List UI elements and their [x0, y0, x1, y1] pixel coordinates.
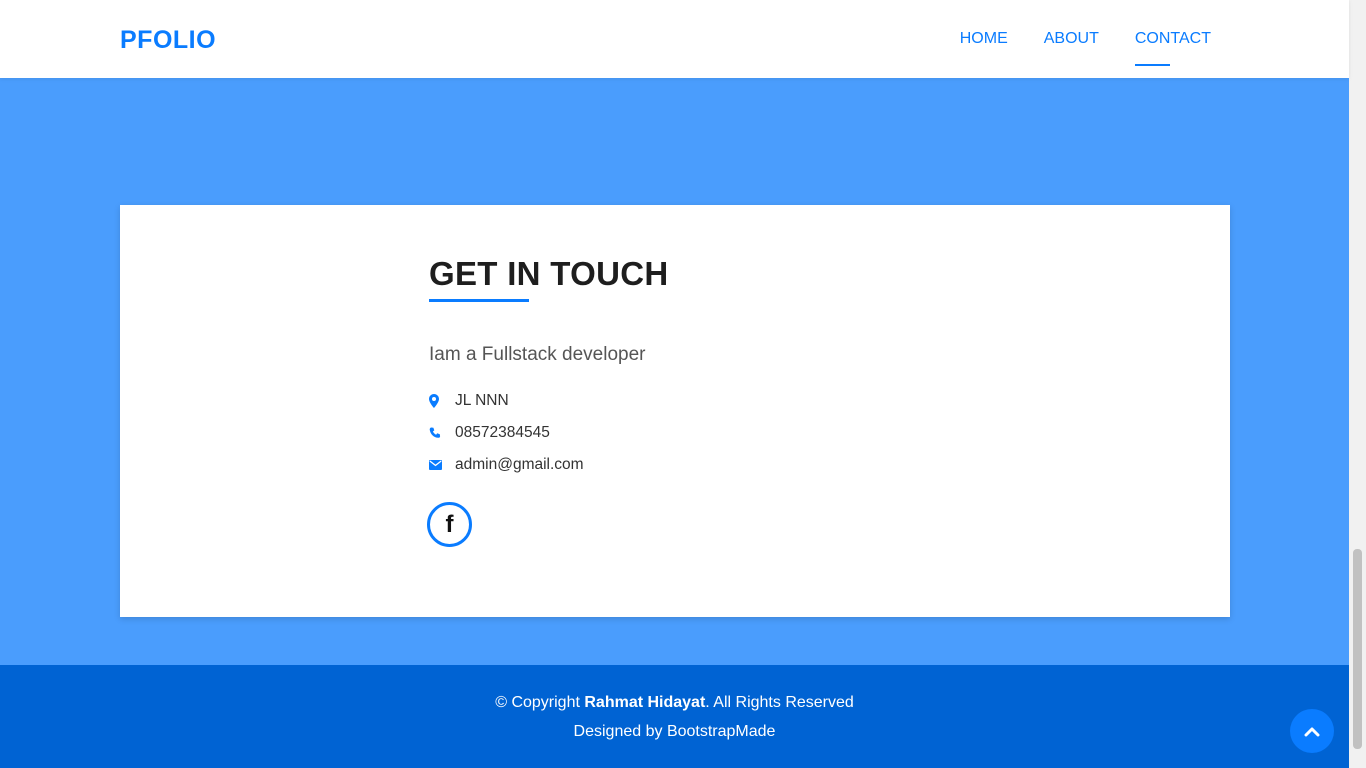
copyright-text: © Copyright Rahmat Hidayat. All Rights R…: [0, 694, 1349, 712]
address-text: JL NNN: [455, 392, 509, 409]
facebook-icon: f: [445, 510, 454, 538]
copyright-owner: Rahmat Hidayat: [584, 694, 706, 711]
chevron-up-icon: [1304, 727, 1320, 737]
email-row: admin@gmail.com: [429, 456, 584, 474]
nav-link-contact[interactable]: CONTACT: [1134, 30, 1211, 66]
map-pin-icon: [429, 394, 449, 408]
address-row: JL NNN: [429, 392, 509, 410]
back-to-top-button[interactable]: [1290, 709, 1334, 753]
email-text[interactable]: admin@gmail.com: [455, 456, 584, 474]
nav-link-home[interactable]: HOME: [960, 30, 1008, 58]
contact-card: GET IN TOUCH Iam a Fullstack developer J…: [120, 205, 1230, 617]
phone-text: 08572384545: [455, 424, 550, 441]
footer: © Copyright Rahmat Hidayat. All Rights R…: [0, 665, 1349, 768]
page-scrollbar[interactable]: [1349, 0, 1366, 768]
copyright-suffix: . All Rights Reserved: [705, 694, 854, 711]
facebook-button[interactable]: f: [427, 502, 472, 547]
title-underline: [429, 299, 529, 302]
phone-icon: [429, 427, 449, 439]
envelope-icon: [429, 460, 449, 470]
copyright-prefix: © Copyright: [495, 694, 585, 711]
navbar: PFOLIO HOME ABOUT CONTACT: [0, 0, 1349, 78]
contact-title: GET IN TOUCH: [429, 255, 669, 292]
phone-row: 08572384545: [429, 424, 550, 442]
nav-links: HOME ABOUT CONTACT: [960, 30, 1211, 66]
brand-logo[interactable]: PFOLIO: [120, 26, 216, 55]
contact-lead: Iam a Fullstack developer: [429, 344, 646, 365]
nav-link-about[interactable]: ABOUT: [1044, 30, 1099, 58]
credit-text: Designed by BootstrapMade: [573, 723, 776, 740]
scrollbar-thumb[interactable]: [1353, 549, 1362, 749]
